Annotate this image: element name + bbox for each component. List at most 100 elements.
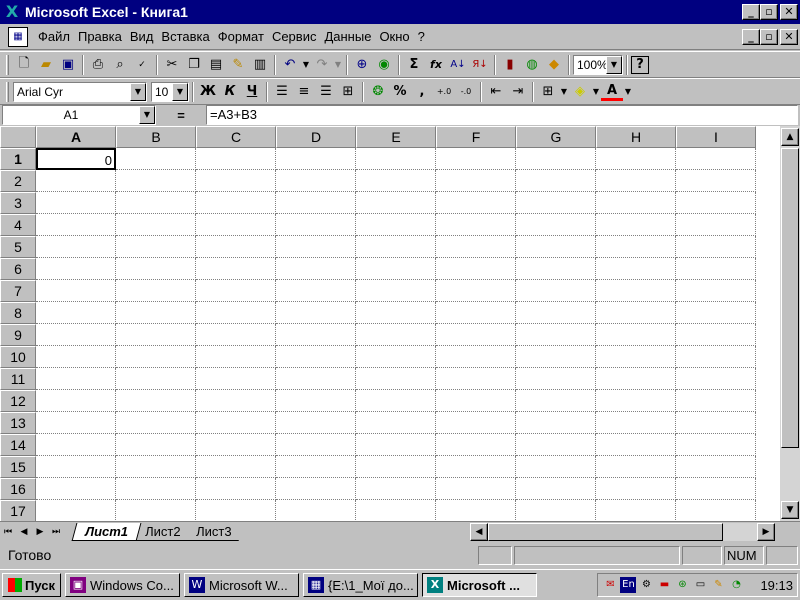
cell[interactable] — [196, 456, 276, 478]
percent-button[interactable]: % — [389, 81, 411, 103]
cell[interactable] — [276, 280, 356, 302]
column-header[interactable]: H — [596, 126, 676, 148]
cell[interactable] — [596, 280, 676, 302]
cell[interactable] — [196, 170, 276, 192]
spelling-icon[interactable]: ✓ — [131, 54, 153, 76]
cell[interactable] — [356, 170, 436, 192]
italic-button[interactable]: К — [219, 81, 241, 103]
cell[interactable] — [676, 170, 756, 192]
cell[interactable] — [356, 214, 436, 236]
cut-icon[interactable]: ✂ — [161, 54, 183, 76]
cell[interactable] — [116, 346, 196, 368]
cell[interactable] — [516, 148, 596, 170]
cell[interactable] — [436, 192, 516, 214]
task-windows-commander[interactable]: ▣ Windows Co... — [65, 573, 180, 597]
cell[interactable] — [516, 500, 596, 521]
cell[interactable] — [516, 390, 596, 412]
cell[interactable] — [676, 346, 756, 368]
function-icon[interactable]: fx — [425, 54, 447, 76]
cell[interactable] — [116, 412, 196, 434]
cell[interactable] — [356, 192, 436, 214]
zoom-select[interactable]: 100% ▼ — [573, 54, 623, 75]
cell[interactable] — [516, 456, 596, 478]
cell[interactable] — [676, 434, 756, 456]
cell[interactable] — [436, 390, 516, 412]
toolbar-grip[interactable] — [6, 54, 9, 75]
sort-descending-icon[interactable]: Я↓ — [469, 54, 491, 76]
cell[interactable] — [516, 346, 596, 368]
cell[interactable] — [596, 258, 676, 280]
first-sheet-icon[interactable]: ⏮ — [0, 524, 16, 540]
horizontal-scrollbar[interactable]: ◀ ▶ — [470, 523, 775, 541]
undo-dropdown-icon[interactable]: ▼ — [301, 54, 311, 76]
row-header[interactable]: 11 — [0, 368, 36, 390]
toolbar-grip[interactable] — [6, 81, 9, 102]
cell[interactable] — [516, 412, 596, 434]
cell[interactable] — [36, 302, 116, 324]
cell[interactable] — [436, 434, 516, 456]
cell[interactable] — [196, 346, 276, 368]
row-header[interactable]: 4 — [0, 214, 36, 236]
scheduler-icon[interactable]: ◔ — [728, 577, 744, 593]
row-header[interactable]: 7 — [0, 280, 36, 302]
column-header[interactable]: I — [676, 126, 756, 148]
cell[interactable] — [116, 214, 196, 236]
cell[interactable] — [276, 170, 356, 192]
last-sheet-icon[interactable]: ⏭ — [48, 524, 64, 540]
select-all-button[interactable] — [0, 126, 36, 148]
cell[interactable] — [196, 478, 276, 500]
cell[interactable] — [596, 434, 676, 456]
autosum-icon[interactable]: Σ — [403, 54, 425, 76]
menu-view[interactable]: Вид — [126, 29, 158, 44]
close-button[interactable]: ✕ — [780, 4, 798, 20]
cell[interactable] — [596, 148, 676, 170]
cell[interactable] — [676, 456, 756, 478]
doc-minimize-button[interactable]: _ — [742, 28, 760, 45]
cell[interactable] — [116, 434, 196, 456]
cell[interactable] — [36, 214, 116, 236]
cell[interactable] — [36, 324, 116, 346]
tab-sheet3[interactable]: Лист3 — [183, 522, 245, 541]
bold-button[interactable]: Ж — [197, 81, 219, 103]
chevron-down-icon[interactable]: ▼ — [130, 82, 146, 101]
cell[interactable] — [196, 302, 276, 324]
cell[interactable] — [276, 368, 356, 390]
row-header[interactable]: 12 — [0, 390, 36, 412]
cell[interactable] — [356, 346, 436, 368]
open-icon[interactable]: ▰ — [35, 54, 57, 76]
cell[interactable] — [596, 236, 676, 258]
doc-close-button[interactable]: ✕ — [780, 28, 798, 45]
cell[interactable] — [596, 478, 676, 500]
doc-restore-button[interactable]: ▫ — [760, 28, 778, 45]
cell[interactable] — [276, 192, 356, 214]
cell[interactable] — [596, 390, 676, 412]
print-preview-icon[interactable]: ⌕ — [109, 54, 131, 76]
cell[interactable] — [36, 192, 116, 214]
tab-sheet1[interactable]: Лист1 — [71, 522, 142, 541]
row-header[interactable]: 2 — [0, 170, 36, 192]
row-header[interactable]: 17 — [0, 500, 36, 521]
menu-edit[interactable]: Правка — [74, 29, 126, 44]
chevron-down-icon[interactable]: ▼ — [172, 82, 188, 101]
cell[interactable] — [276, 324, 356, 346]
cell[interactable] — [596, 302, 676, 324]
cell[interactable] — [116, 236, 196, 258]
copy-icon[interactable]: ❐ — [183, 54, 205, 76]
cell[interactable] — [436, 148, 516, 170]
cell[interactable] — [596, 346, 676, 368]
scroll-up-icon[interactable]: ▲ — [781, 128, 799, 146]
battery-icon[interactable]: ▬ — [656, 577, 672, 593]
cell[interactable] — [676, 368, 756, 390]
font-color-icon[interactable]: A — [601, 83, 623, 101]
drawing-icon[interactable]: ◆ — [543, 54, 565, 76]
cell[interactable] — [196, 214, 276, 236]
save-icon[interactable]: ▣ — [57, 54, 79, 76]
cell[interactable] — [36, 500, 116, 521]
start-button[interactable]: Пуск — [2, 573, 61, 597]
row-header[interactable]: 3 — [0, 192, 36, 214]
paste-icon[interactable]: ▤ — [205, 54, 227, 76]
task-folder[interactable]: ▦ {E:\1_Мої до... — [303, 573, 418, 597]
web-toolbar-icon[interactable]: ◉ — [373, 54, 395, 76]
cell[interactable] — [436, 170, 516, 192]
cell[interactable] — [276, 148, 356, 170]
